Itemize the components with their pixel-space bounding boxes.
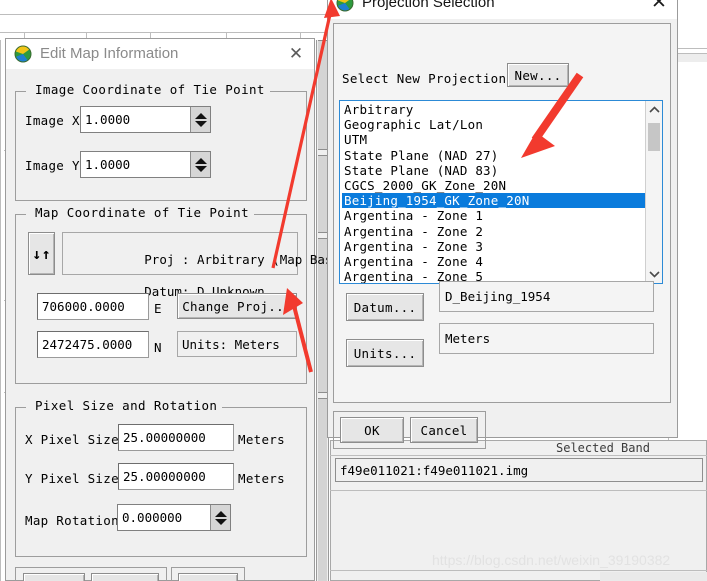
edit-map-clear-button[interactable]: Clear xyxy=(178,573,238,581)
screen: Selected Band f49e011021:f49e011021.img … xyxy=(0,0,707,581)
y-pixel-size-units: Meters xyxy=(238,471,285,486)
map-rotation-stepper[interactable]: 0.000000 xyxy=(117,504,231,531)
projection-ok-button[interactable]: OK xyxy=(340,417,404,443)
globe-icon xyxy=(336,0,354,12)
projection-list-item[interactable]: Argentina - Zone 1 xyxy=(342,208,645,223)
pixel-size-group: Pixel Size and Rotation X Pixel Size 25.… xyxy=(15,398,307,557)
x-pixel-size-units: Meters xyxy=(238,432,285,447)
projection-titlebar[interactable]: Projection Selection ✕ xyxy=(328,0,677,19)
image-y-spin-buttons[interactable] xyxy=(190,152,210,177)
map-coordinate-group: Map Coordinate of Tie Point ↓↑ Proj : Ar… xyxy=(15,205,355,384)
spin-down-icon[interactable] xyxy=(194,120,207,127)
scrollbar-segment-2[interactable] xyxy=(318,155,327,233)
projection-list-item[interactable]: Geographic Lat/Lon xyxy=(342,117,645,132)
projection-list-item[interactable]: Argentina - Zone 3 xyxy=(342,239,645,254)
map-coordinate-legend: Map Coordinate of Tie Point xyxy=(30,205,254,220)
image-y-label: Image Y xyxy=(25,158,80,173)
spin-down-icon[interactable] xyxy=(214,518,227,525)
proj-info-line-1: Proj : Arbitrary (Map Based) xyxy=(144,252,355,267)
image-coordinate-legend: Image Coordinate of Tie Point xyxy=(30,82,270,97)
globe-icon xyxy=(14,45,32,63)
swap-arrows-icon: ↓↑ xyxy=(32,244,51,263)
scrollbar-segment-4[interactable] xyxy=(318,398,327,581)
x-pixel-size-field[interactable]: 25.00000000 xyxy=(118,424,234,451)
spin-up-icon[interactable] xyxy=(214,510,227,517)
northing-field[interactable]: 2472475.0000 xyxy=(37,331,149,358)
projection-client: Select New Projection New... Arbitrary Ge… xyxy=(328,19,677,449)
image-x-value[interactable]: 1.0000 xyxy=(81,107,190,132)
bg-divider-1 xyxy=(0,14,332,15)
close-icon[interactable]: ✕ xyxy=(282,41,310,67)
bg-bottom-strip xyxy=(600,572,707,581)
selected-band-divider-2 xyxy=(330,490,707,491)
projection-list-item[interactable]: Beijing_1954_GK_Zone_20N xyxy=(342,193,645,209)
new-projection-button[interactable]: New... xyxy=(507,63,569,87)
selected-band-value[interactable]: f49e011021:f49e011021.img xyxy=(335,458,703,482)
projection-list-item[interactable]: UTM xyxy=(342,132,645,147)
edit-map-titlebar[interactable]: Edit Map Information ✕ xyxy=(6,39,314,69)
y-pixel-size-field[interactable]: 25.00000000 xyxy=(118,463,234,490)
projection-list-items[interactable]: Arbitrary Geographic Lat/Lon UTM State Plan… xyxy=(340,101,645,283)
image-y-value[interactable]: 1.0000 xyxy=(81,152,190,177)
swap-coordinates-button[interactable]: ↓↑ xyxy=(28,232,55,275)
pixel-size-legend: Pixel Size and Rotation xyxy=(30,398,223,413)
x-pixel-size-label: X Pixel Size xyxy=(25,432,119,447)
image-y-stepper[interactable]: 1.0000 xyxy=(80,151,211,178)
projection-list-scrollbar[interactable] xyxy=(645,101,662,283)
map-rotation-value[interactable]: 0.000000 xyxy=(118,505,210,530)
scrollbar-thumb[interactable] xyxy=(318,40,327,150)
spin-up-icon[interactable] xyxy=(194,112,207,119)
projection-info-box: Proj : Arbitrary (Map Based) Datum: D_Un… xyxy=(62,232,355,299)
image-x-label: Image X xyxy=(25,113,80,128)
easting-suffix-label: E xyxy=(154,301,162,316)
northing-suffix-label: N xyxy=(154,340,162,355)
selected-band-label: Selected Band xyxy=(556,441,650,455)
selected-band-divider xyxy=(330,455,707,456)
edit-map-information-window: Edit Map Information ✕ Image Coordinate … xyxy=(5,38,355,581)
list-scroll-thumb[interactable] xyxy=(648,123,660,151)
scroll-up-icon[interactable] xyxy=(646,101,662,118)
map-rotation-spin-buttons[interactable] xyxy=(210,505,230,530)
units-value-field[interactable]: Meters xyxy=(439,323,654,354)
projection-title: Projection Selection xyxy=(362,0,495,11)
select-new-projection-label: Select New Projection xyxy=(342,71,507,86)
image-x-spin-buttons[interactable] xyxy=(190,107,210,132)
projection-list-item[interactable]: Argentina - Zone 2 xyxy=(342,224,645,239)
edit-map-client: Image Coordinate of Tie Point Image X 1.… xyxy=(6,69,355,581)
projection-list-item[interactable]: State Plane (NAD 83) xyxy=(342,163,645,178)
units-button[interactable]: Units... xyxy=(346,339,424,367)
edit-map-ok-button[interactable]: OK xyxy=(23,573,85,581)
spin-down-icon[interactable] xyxy=(194,165,207,172)
edit-map-title: Edit Map Information xyxy=(40,45,179,62)
projection-list-item[interactable]: State Plane (NAD 27) xyxy=(342,148,645,163)
projection-cancel-button[interactable]: Cancel xyxy=(410,417,478,443)
projection-selection-window: Projection Selection ✕ Select New Projec… xyxy=(327,0,678,449)
projection-list-item[interactable]: Arbitrary xyxy=(342,102,645,117)
bg-divider-2 xyxy=(0,32,332,33)
map-rotation-label: Map Rotation xyxy=(25,513,119,528)
bg-left-edge xyxy=(0,40,1,581)
close-icon[interactable]: ✕ xyxy=(645,0,673,16)
spin-up-icon[interactable] xyxy=(194,157,207,164)
edit-map-cancel-button[interactable]: Cancel xyxy=(91,573,159,581)
image-coordinate-group: Image Coordinate of Tie Point Image X 1.… xyxy=(15,82,307,201)
selected-band-divider-3 xyxy=(330,570,707,571)
watermark-text: https://blog.csdn.net/weixin_39190382 xyxy=(432,552,671,568)
projection-listbox[interactable]: Arbitrary Geographic Lat/Lon UTM State Plan… xyxy=(339,100,663,284)
units-display: Units: Meters xyxy=(177,331,297,357)
projection-list-item[interactable]: CGCS_2000_GK_Zone_20N xyxy=(342,178,645,193)
change-projection-button[interactable]: Change Proj... xyxy=(177,293,297,319)
image-x-stepper[interactable]: 1.0000 xyxy=(80,106,211,133)
datum-value-field[interactable]: D_Beijing_1954 xyxy=(439,281,654,312)
easting-field[interactable]: 706000.0000 xyxy=(37,293,149,320)
y-pixel-size-label: Y Pixel Size xyxy=(25,471,119,486)
datum-button[interactable]: Datum... xyxy=(346,293,424,321)
projection-list-item[interactable]: Argentina - Zone 4 xyxy=(342,254,645,269)
